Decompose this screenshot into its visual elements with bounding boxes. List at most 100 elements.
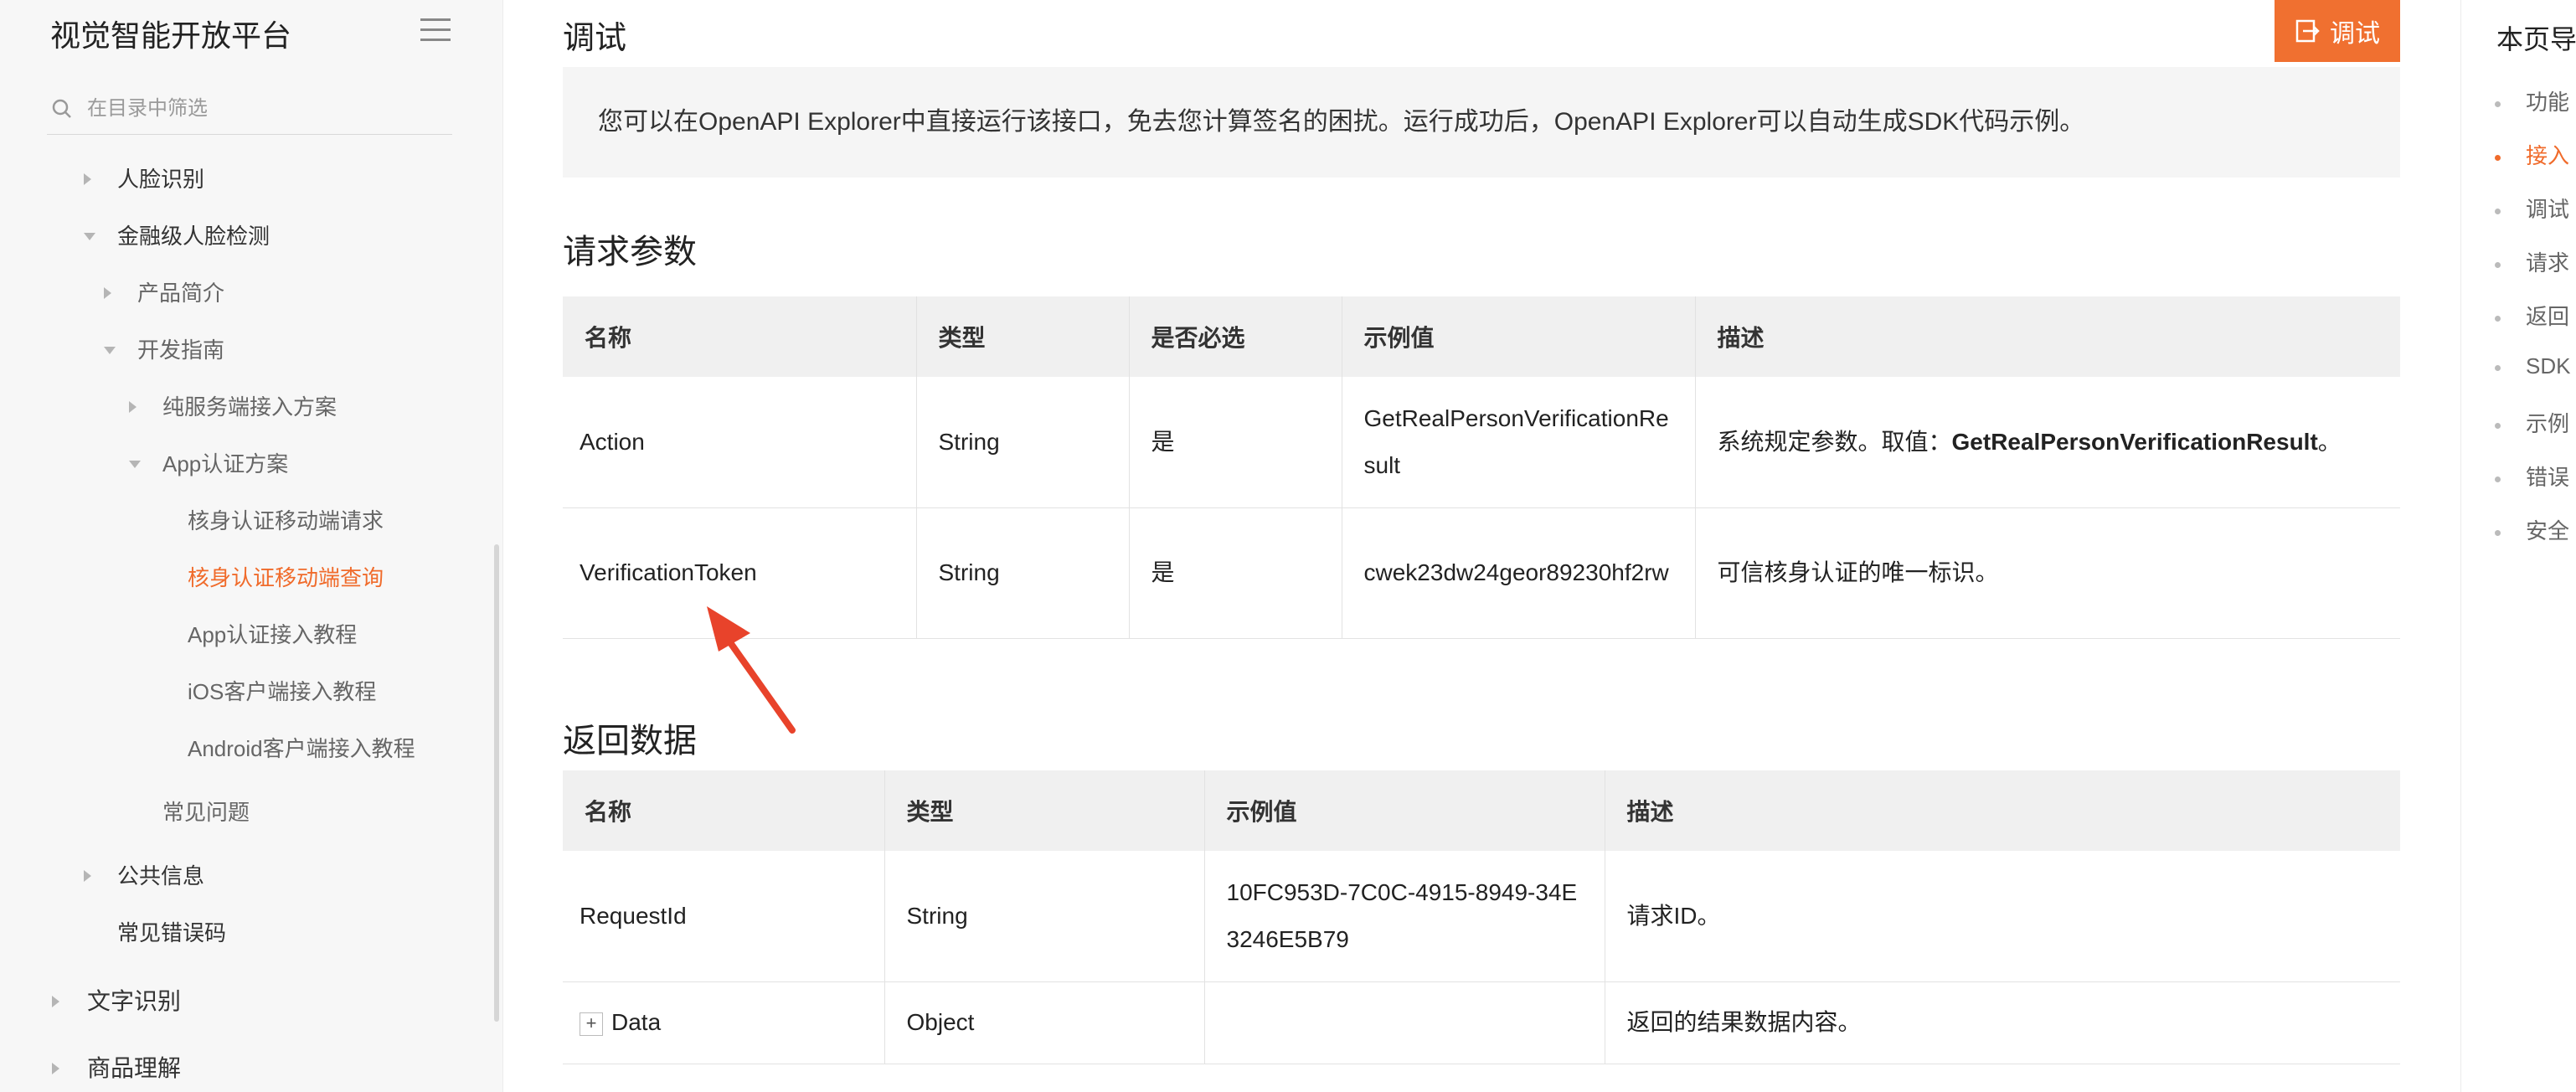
bullet-icon	[2495, 100, 2501, 107]
sidebar-item-dev-guide[interactable]: 开发指南	[104, 333, 224, 367]
toc-item[interactable]: 示例	[2495, 407, 2569, 438]
field-description: 请求ID。	[1605, 851, 2400, 982]
response-data-title: 返回数据	[563, 723, 697, 760]
field-type: String	[884, 851, 1205, 982]
param-required: 是	[1129, 377, 1342, 508]
param-example: cwek23dw24geor89230hf2rw	[1342, 507, 1696, 639]
sidebar-item-app-auth[interactable]: App认证方案	[129, 447, 288, 481]
toc-item-label: 安全	[2526, 518, 2570, 543]
request-params-title: 请求参数	[563, 234, 697, 270]
field-example	[1204, 981, 1605, 1064]
toc-item-label: 返回	[2526, 304, 2570, 329]
directory-filter	[47, 84, 452, 135]
expand-arrow-icon	[84, 870, 91, 882]
sidebar-scrollbar[interactable]	[494, 544, 499, 1022]
sidebar-item-common-info[interactable]: 公共信息	[84, 859, 204, 893]
toc-item-label: 调试	[2526, 197, 2570, 222]
openapi-notice: 您可以在OpenAPI Explorer中直接运行该接口，免去您计算签名的困扰。…	[563, 67, 2400, 178]
param-example: GetRealPersonVerificationResult	[1342, 377, 1696, 508]
table-row: VerificationToken String 是 cwek23dw24geo…	[563, 507, 2400, 639]
collapse-arrow-icon	[84, 233, 95, 240]
sidebar-item-product-understanding[interactable]: 商品理解	[52, 1052, 181, 1085]
sidebar-item-label: 开发指南	[137, 337, 225, 363]
sidebar-item-financial-face-detection[interactable]: 金融级人脸检测	[84, 219, 270, 253]
debug-button[interactable]: 调试	[2275, 0, 2400, 62]
sidebar-item-faq[interactable]: 常见问题	[162, 796, 250, 829]
expand-icon[interactable]: +	[580, 1012, 603, 1036]
sidebar-item-product-intro[interactable]: 产品简介	[104, 276, 224, 310]
sidebar-item-ocr[interactable]: 文字识别	[52, 985, 181, 1018]
column-header: 描述	[1605, 770, 2400, 851]
annotation-arrow-icon	[707, 606, 796, 734]
toc-title: 本页导	[2496, 24, 2576, 54]
column-header: 示例值	[1342, 296, 1696, 377]
column-header: 名称	[563, 770, 885, 851]
filter-input[interactable]	[85, 96, 440, 121]
sidebar-item-label: 纯服务端接入方案	[162, 394, 337, 420]
desc-suffix: 。	[2317, 428, 2342, 455]
desc-value: GetRealPersonVerificationResult	[1951, 428, 2318, 455]
bullet-icon	[2495, 422, 2501, 429]
column-header: 示例值	[1204, 770, 1605, 851]
expand-arrow-icon	[52, 1063, 59, 1074]
brand-title[interactable]: 视觉智能开放平台	[50, 12, 291, 55]
debug-button-label: 调试	[2330, 20, 2380, 48]
column-header: 类型	[916, 296, 1130, 377]
expand-arrow-icon	[52, 996, 59, 1007]
table-header-row: 名称 类型 是否必选 示例值 描述	[563, 296, 2400, 377]
collapse-arrow-icon	[129, 461, 141, 468]
toc-item[interactable]: 调试	[2495, 193, 2569, 224]
field-name: Data	[611, 1009, 662, 1035]
toc-item-label: 功能	[2526, 90, 2570, 115]
collapse-arrow-icon	[104, 347, 116, 354]
toc-item-label: 接入	[2526, 143, 2570, 168]
bullet-icon	[2495, 261, 2501, 268]
sidebar-item-app-tutorial[interactable]: App认证接入教程	[188, 618, 357, 652]
field-example: 10FC953D-7C0C-4915-8949-34E3246E5B79	[1204, 851, 1605, 982]
response-data-table: 名称 类型 示例值 描述 RequestId String 10FC953D-7…	[563, 770, 2400, 1064]
sidebar-item-ios-tutorial[interactable]: iOS客户端接入教程	[188, 675, 376, 708]
desc-text: 可信核身认证的唯一标识。	[1717, 559, 1999, 585]
bullet-icon	[2495, 154, 2501, 161]
toc-item-label: 示例	[2526, 411, 2570, 436]
param-type: String	[916, 377, 1130, 508]
sidebar-item-label: 金融级人脸检测	[117, 224, 270, 249]
expand-arrow-icon	[129, 401, 137, 413]
column-header: 是否必选	[1129, 296, 1342, 377]
param-type: String	[916, 507, 1130, 639]
sidebar-item-server-solution[interactable]: 纯服务端接入方案	[129, 390, 337, 424]
sidebar-item-label: 文字识别	[87, 988, 182, 1014]
table-row: + Data Object 返回的结果数据内容。	[563, 981, 2400, 1064]
sidebar: 视觉智能开放平台 人脸识别 金融级人脸检测 产品简介 开发指南 纯服务端接入方案…	[0, 0, 503, 1092]
param-required: 是	[1129, 507, 1342, 639]
bullet-icon	[2495, 315, 2501, 322]
toc-item[interactable]: 安全	[2495, 514, 2569, 545]
table-header-row: 名称 类型 示例值 描述	[563, 770, 2400, 851]
param-description: 系统规定参数。取值：GetRealPersonVerificationResul…	[1695, 377, 2400, 508]
toc-item[interactable]: 功能	[2495, 85, 2569, 116]
sidebar-item-error-codes[interactable]: 常见错误码	[117, 916, 226, 950]
bullet-icon	[2495, 208, 2501, 214]
menu-toggle-icon[interactable]	[420, 18, 451, 44]
sidebar-item-android-tutorial[interactable]: Android客户端接入教程	[188, 732, 415, 765]
bullet-icon	[2495, 364, 2501, 371]
sidebar-item-face-recognition[interactable]: 人脸识别	[84, 162, 204, 196]
sidebar-item-mobile-query[interactable]: 核身认证移动端查询	[188, 561, 384, 595]
toc-item[interactable]: SDK	[2495, 353, 2570, 379]
param-name: Action	[563, 377, 917, 508]
table-row: RequestId String 10FC953D-7C0C-4915-8949…	[563, 851, 2400, 982]
toc-item[interactable]: 错误	[2495, 461, 2569, 492]
toc-item[interactable]: 返回	[2495, 300, 2569, 331]
sidebar-item-label: 公共信息	[117, 863, 205, 889]
toc-item-active[interactable]: 接入	[2495, 139, 2569, 170]
table-row: Action String 是 GetRealPersonVerificatio…	[563, 377, 2400, 508]
debug-icon	[2295, 19, 2320, 43]
toc-item-label: 请求	[2526, 250, 2570, 276]
toc-item-label: 错误	[2526, 465, 2570, 490]
request-params-table: 名称 类型 是否必选 示例值 描述 Action String 是 GetRea…	[563, 296, 2400, 639]
expand-arrow-icon	[84, 173, 91, 185]
sidebar-item-mobile-request[interactable]: 核身认证移动端请求	[188, 504, 384, 538]
bullet-icon	[2495, 476, 2501, 482]
sidebar-item-label: 人脸识别	[117, 167, 205, 192]
toc-item[interactable]: 请求	[2495, 246, 2569, 277]
